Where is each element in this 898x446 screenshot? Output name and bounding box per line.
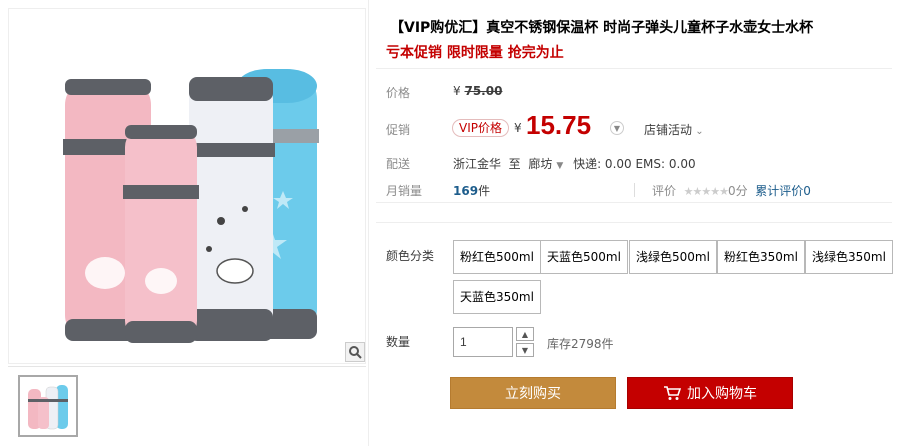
add-to-cart-button[interactable]: 加入购物车: [627, 377, 793, 409]
thumbnail-1[interactable]: [18, 375, 78, 437]
sku-option[interactable]: 浅绿色500ml: [629, 240, 717, 274]
shipping-fee: 快递: 0.00 EMS: 0.00: [573, 157, 696, 171]
ship-to: 廊坊: [528, 157, 553, 171]
reviews-link[interactable]: 累计评价0: [755, 184, 811, 198]
currency-symbol: ¥: [453, 84, 461, 98]
store-activity-label: 店铺活动: [644, 123, 693, 137]
rating-score: 0分: [727, 184, 748, 198]
ship-to-dropdown[interactable]: 廊坊 ▼: [528, 157, 569, 171]
cart-icon: [664, 386, 681, 400]
product-gallery: [8, 8, 366, 444]
ship-from: 浙江金华: [453, 157, 502, 171]
product-info: 【VIP购优汇】真空不锈钢保温杯 时尚子弹头儿童杯子水壶女士水杯 亏本促销 限时…: [370, 0, 898, 446]
shipping-info: 浙江金华 至 廊坊 ▼ 快递: 0.00 EMS: 0.00: [453, 155, 696, 172]
zoom-icon[interactable]: [345, 342, 365, 362]
sales-unit: 件: [478, 184, 491, 198]
stock-count: 库存2798件: [547, 337, 614, 351]
price-label: 价格: [386, 86, 411, 100]
product-title: 【VIP购优汇】真空不锈钢保温杯 时尚子弹头儿童杯子水壶女士水杯: [390, 20, 814, 36]
sku-panel: 颜色分类 粉红色500ml 天蓝色500ml 浅绿色500ml 粉红色350ml…: [376, 222, 893, 432]
buy-now-label: 立刻购买: [505, 386, 561, 402]
promo-price: 15.75: [526, 110, 592, 140]
sales-count: 169: [453, 184, 479, 198]
thumbnail-image: [28, 385, 68, 430]
sku-option[interactable]: 天蓝色500ml: [540, 240, 628, 274]
price-panel: 价格 ¥ 75.00 促销 VIP价格 ¥ 15.75 ▼ 店铺活动 ⌄ 配送 …: [376, 68, 892, 203]
sku-option[interactable]: 粉红色500ml: [453, 240, 541, 274]
buy-now-button[interactable]: 立刻购买: [450, 377, 616, 409]
promo-currency-symbol: ¥: [514, 121, 522, 135]
sku-option[interactable]: 浅绿色350ml: [805, 240, 893, 274]
rating-label: 评价: [652, 184, 677, 198]
separator: [634, 183, 635, 197]
chevron-down-icon[interactable]: ▼: [610, 121, 624, 135]
ship-to-word: 至: [508, 157, 521, 171]
color-label: 颜色分类: [386, 249, 435, 263]
decrease-quantity-button[interactable]: ▼: [516, 343, 534, 357]
monthly-sales-label: 月销量: [386, 184, 423, 198]
chevron-down-icon: ⌄: [692, 126, 704, 137]
monthly-sales: 169件: [453, 182, 490, 199]
original-price: ¥ 75.00: [453, 84, 502, 98]
vip-price-tag: VIP价格: [452, 119, 509, 137]
quantity-label: 数量: [386, 335, 411, 349]
increase-quantity-button[interactable]: ▲: [516, 327, 534, 341]
star-rating-icon: ★★★★★: [683, 185, 729, 198]
column-divider: [368, 0, 369, 446]
original-price-value: 75.00: [464, 84, 503, 98]
rating-block: 评价 ★★★★★0分 累计评价0: [652, 182, 811, 199]
quantity-input[interactable]: [453, 327, 513, 357]
store-activity-dropdown[interactable]: 店铺活动 ⌄: [644, 121, 704, 138]
thumbnail-strip: [8, 366, 366, 444]
caret-down-icon: ▼: [556, 161, 564, 171]
thermos-bottles-illustration: [63, 69, 319, 343]
product-main-image[interactable]: [8, 8, 366, 364]
add-to-cart-label: 加入购物车: [687, 386, 757, 402]
sku-option[interactable]: 天蓝色350ml: [453, 280, 541, 314]
promotion-label: 促销: [386, 123, 411, 137]
shipping-label: 配送: [386, 157, 411, 171]
sku-option[interactable]: 粉红色350ml: [717, 240, 805, 274]
promo-slogan: 亏本促销 限时限量 抢完为止: [386, 45, 564, 61]
